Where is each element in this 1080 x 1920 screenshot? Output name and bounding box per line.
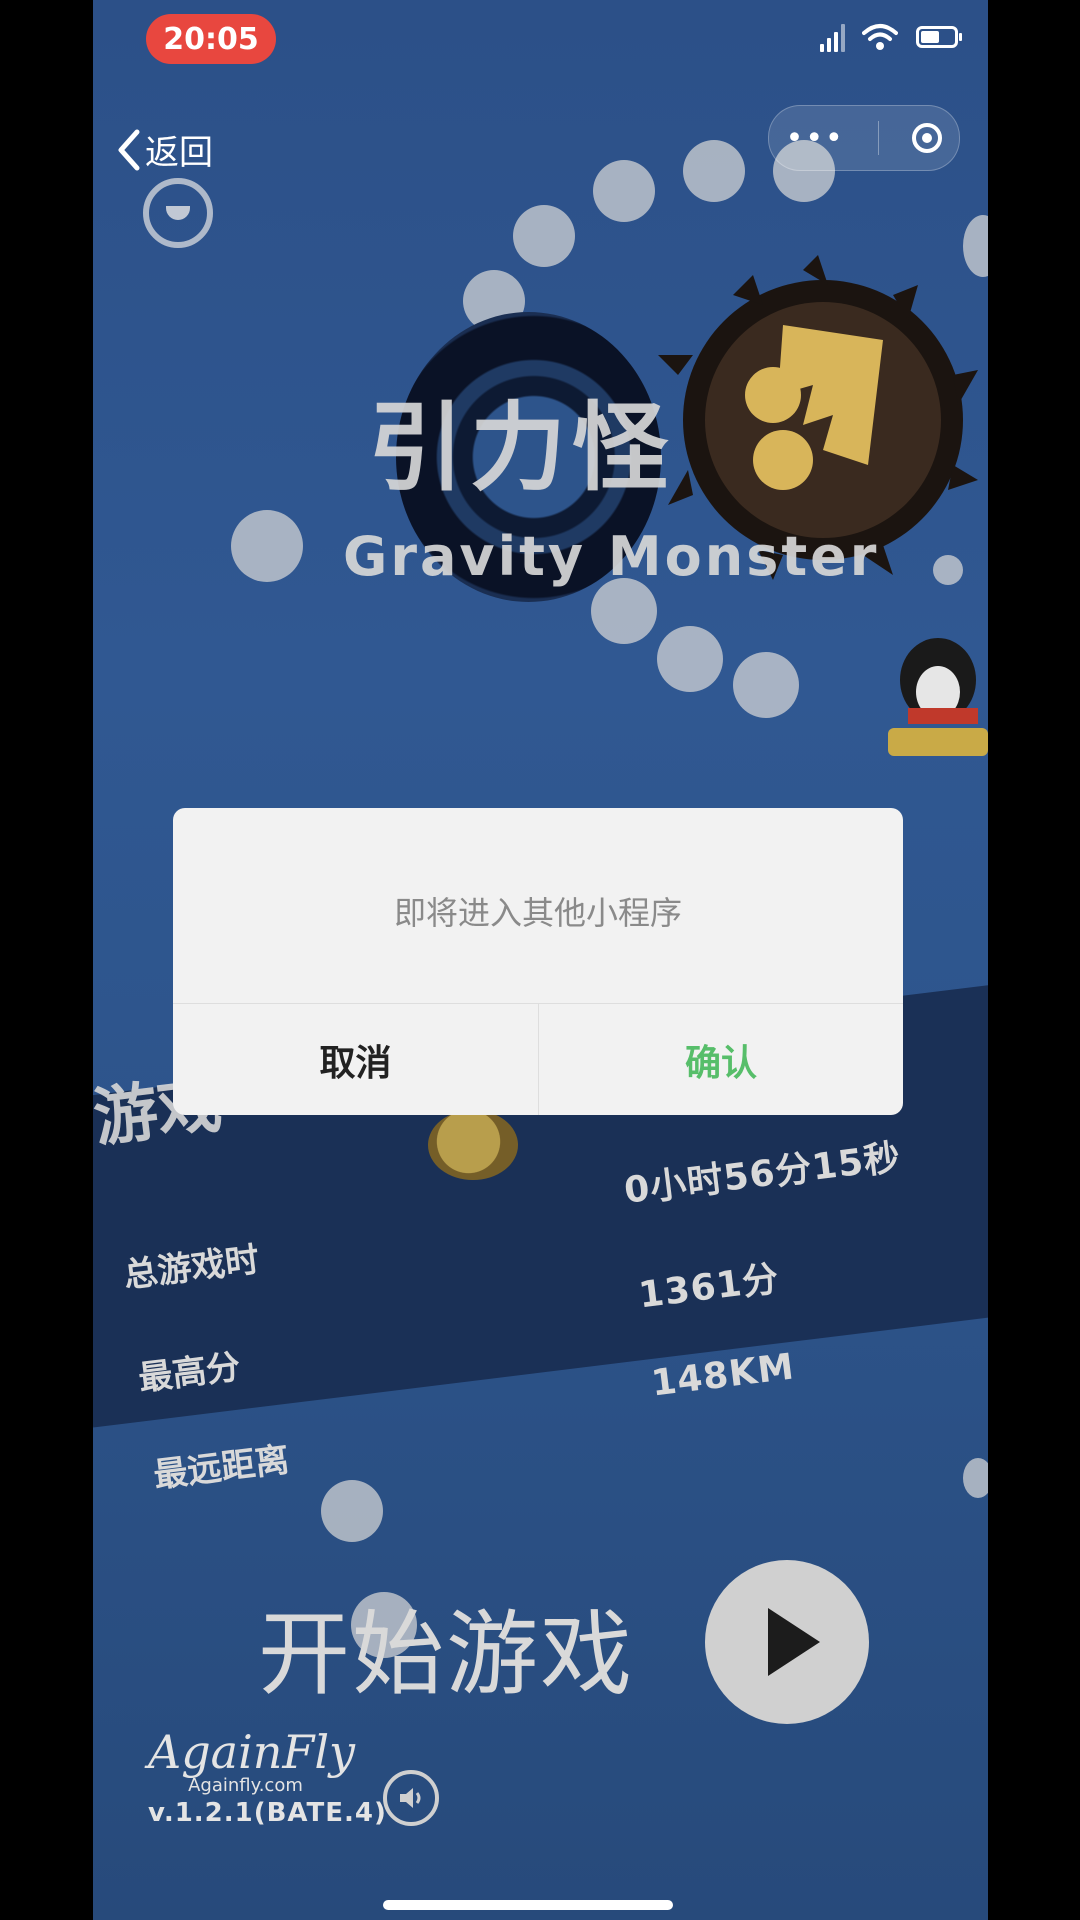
penguin-mascot-graphic [888,638,988,756]
game-title-cn: 引力怪 [368,392,674,504]
bg-dot [231,510,303,582]
status-icons [820,22,962,52]
close-target-icon[interactable] [912,123,943,153]
avatar[interactable] [143,178,213,248]
game-screen: 20:05 返回 ••• 引力怪 Gravity Monster 游戏 总游戏时… [93,0,988,1920]
dialog-message: 即将进入其他小程序 [393,894,682,932]
stat-label-farthest-distance: 最远距离 [151,1439,292,1497]
back-chevron-icon [118,129,140,170]
bg-dot [321,1480,383,1542]
back-label: 返回 [145,133,213,173]
brand-logo: AgainFly [148,1725,356,1779]
game-title-en: Gravity Monster [343,525,880,588]
bg-dot [593,160,655,222]
signal-icon [820,22,845,52]
bg-dot [963,1458,988,1498]
home-indicator[interactable] [383,1900,673,1910]
capsule-divider [878,121,880,155]
start-game-label[interactable]: 开始游戏 [258,1580,634,1713]
mini-program-capsule: ••• [768,105,960,171]
version-label: v.1.2.1(BATE.4) [148,1798,387,1828]
bg-dot [513,205,575,267]
bg-dot [657,626,723,692]
more-dots-icon[interactable]: ••• [786,121,845,156]
status-time: 20:05 [146,14,276,64]
play-icon [768,1608,820,1676]
confirm-dialog: 即将进入其他小程序 取消 确认 [173,808,903,1115]
coin-graphic [428,1110,518,1180]
battery-icon [916,26,962,48]
confirm-button[interactable]: 确认 [539,1004,903,1115]
wifi-icon [862,24,898,50]
sound-toggle-button[interactable] [383,1770,439,1826]
bg-dot [733,652,799,718]
speaker-icon [400,1788,421,1808]
bg-dot [683,140,745,202]
cancel-button[interactable]: 取消 [173,1004,538,1115]
brand-block: AgainFly Againfly.com v.1.2.1(BATE.4) [148,1725,387,1828]
back-button[interactable]: 返回 [115,125,213,174]
play-button[interactable] [705,1560,869,1724]
